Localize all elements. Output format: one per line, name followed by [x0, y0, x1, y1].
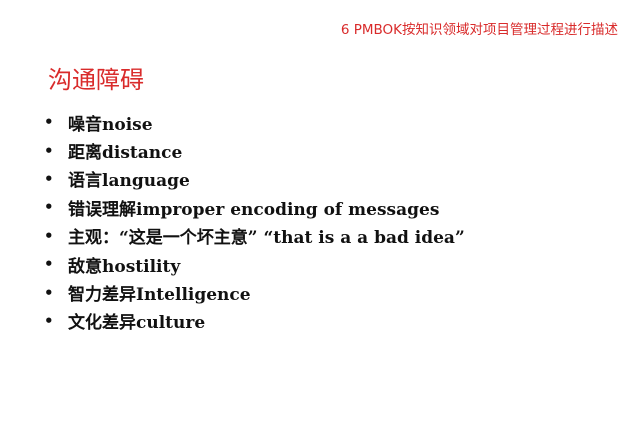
slide: 6 PMBOK按知识领域对项目管理过程进行描述 沟通障碍 • 噪音noise •… [0, 0, 640, 443]
bullet-icon: • [44, 113, 54, 132]
bullet-text: 主观：“这是一个坏主意” “that is a a bad idea” [68, 228, 465, 249]
bullet-icon: • [44, 255, 54, 274]
bullet-icon: • [44, 169, 54, 188]
bullet-text: 语言language [68, 171, 190, 192]
bullet-item-noise: • 噪音noise [44, 108, 465, 136]
bullet-text: 距离distance [68, 143, 183, 164]
slide-title: 沟通障碍 [48, 66, 144, 94]
bullet-item-subjective: • 主观：“这是一个坏主意” “that is a a bad idea” [44, 222, 465, 250]
bullet-item-distance: • 距离distance [44, 136, 465, 164]
bullet-text: 文化差异culture [68, 313, 206, 334]
bullet-icon: • [44, 141, 54, 160]
bullet-text: 敌意hostility [68, 256, 181, 277]
bullet-list: • 噪音noise • 距离distance • 语言language • 错误… [44, 108, 465, 335]
bullet-text: 错误理解improper encoding of messages [68, 199, 440, 220]
bullet-item-misunderstanding: • 错误理解improper encoding of messages [44, 193, 465, 221]
bullet-item-culture: • 文化差异culture [44, 307, 465, 335]
bullet-item-language: • 语言language [44, 165, 465, 193]
bullet-icon: • [44, 226, 54, 245]
bullet-item-intelligence: • 智力差异Intelligence [44, 278, 465, 306]
header-caption: 6 PMBOK按知识领域对项目管理过程进行描述 [340, 22, 618, 38]
bullet-text: 智力差异Intelligence [68, 285, 251, 306]
bullet-icon: • [44, 198, 54, 217]
bullet-item-hostility: • 敌意hostility [44, 250, 465, 278]
bullet-icon: • [44, 283, 54, 302]
bullet-text: 噪音noise [68, 114, 153, 135]
bullet-icon: • [44, 311, 54, 330]
